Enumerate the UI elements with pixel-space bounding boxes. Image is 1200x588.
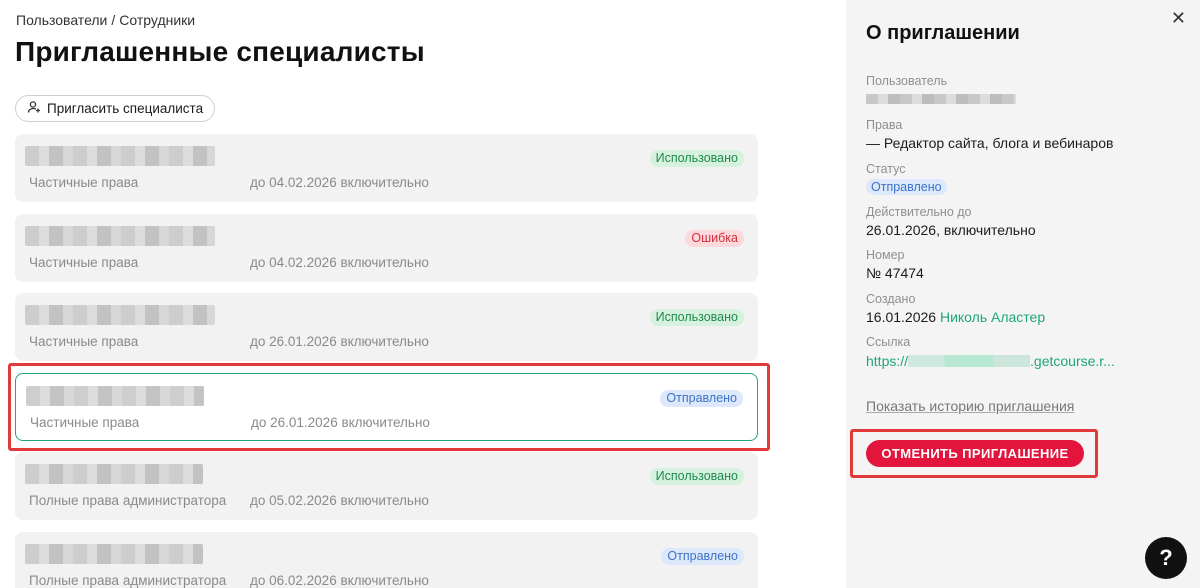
- show-history-link[interactable]: Показать историю приглашения: [866, 398, 1074, 414]
- help-button[interactable]: ?: [1145, 537, 1187, 579]
- invitation-row[interactable]: Частичные права до 04.02.2026 включитель…: [15, 213, 758, 282]
- rights-text: Частичные права: [29, 254, 139, 270]
- status-badge: Ошибка: [685, 229, 744, 247]
- cancel-invitation-button[interactable]: ОТМЕНИТЬ ПРИГЛАШЕНИЕ: [866, 440, 1084, 467]
- user-name-blurred: [25, 146, 215, 166]
- invitation-row[interactable]: Частичные права до 04.02.2026 включитель…: [15, 134, 758, 202]
- valid-until-text: до 06.02.2026 включительно: [250, 572, 429, 588]
- valid-until-text: до 04.02.2026 включительно: [250, 254, 429, 270]
- page-title: Приглашенные специалисты: [15, 36, 425, 67]
- link-prefix: https://: [866, 353, 909, 369]
- status-badge: Отправлено: [866, 179, 947, 195]
- status-badge: Использовано: [649, 309, 744, 326]
- created-by-link[interactable]: Николь Аластер: [940, 309, 1045, 325]
- invitation-row[interactable]: Частичные права до 26.01.2026 включитель…: [15, 293, 758, 361]
- user-name-blurred: [25, 305, 215, 325]
- valid-until-value: 26.01.2026, включительно: [866, 222, 1036, 238]
- rights-text: Полные права администратора: [29, 493, 227, 508]
- invitation-details-panel: ✕ О приглашении Пользователь Права — Ред…: [846, 0, 1200, 588]
- rights-text: Полные права администратора: [29, 572, 227, 588]
- user-name-blurred: [25, 225, 215, 246]
- panel-title: О приглашении: [866, 22, 1020, 44]
- user-label: Пользователь: [866, 74, 948, 88]
- rights-label: Права: [866, 118, 903, 132]
- link-label: Ссылка: [866, 335, 911, 349]
- breadcrumb: Пользователи / Сотрудники: [16, 12, 195, 28]
- page: Пользователи / Сотрудники Приглашенные спе…: [0, 0, 1200, 588]
- created-label: Создано: [866, 292, 916, 306]
- close-icon[interactable]: ✕: [1171, 8, 1186, 29]
- valid-until-text: до 26.01.2026 включительно: [250, 334, 429, 349]
- invitation-list: Частичные права до 04.02.2026 включитель…: [15, 134, 758, 588]
- valid-until-text: до 04.02.2026 включительно: [250, 175, 429, 190]
- invitation-row[interactable]: Полные права администратора до 05.02.202…: [15, 452, 758, 520]
- breadcrumb-separator: /: [111, 12, 116, 28]
- breadcrumb-employees[interactable]: Сотрудники: [119, 12, 195, 28]
- rights-value: — Редактор сайта, блога и вебинаров: [866, 135, 1114, 151]
- selected-row-highlight: [8, 363, 770, 451]
- user-name-blurred: [25, 543, 203, 564]
- user-value-blurred: [866, 94, 1016, 104]
- rights-text: Частичные права: [29, 175, 139, 190]
- status-badge: Использовано: [649, 468, 744, 485]
- rights-text: Частичные права: [29, 334, 139, 349]
- created-value: 16.01.2026 Николь Аластер: [866, 309, 1045, 325]
- number-label: Номер: [866, 248, 905, 262]
- invitation-row[interactable]: Полные права администратора до 06.02.202…: [15, 531, 758, 588]
- number-value: № 47474: [866, 265, 924, 281]
- user-name-blurred: [25, 464, 203, 484]
- breadcrumb-users[interactable]: Пользователи: [16, 12, 107, 28]
- status-label: Статус: [866, 162, 906, 176]
- invite-specialist-button[interactable]: Пригласить специалиста: [15, 95, 216, 122]
- valid-until-text: до 05.02.2026 включительно: [250, 493, 429, 508]
- invite-specialist-label: Пригласить специалиста: [47, 101, 204, 116]
- invitation-link[interactable]: https:// .getcourse.r...: [866, 353, 1115, 369]
- valid-until-label: Действительно до: [866, 205, 972, 219]
- link-blurred: [908, 355, 1031, 367]
- status-badge: Использовано: [649, 150, 744, 167]
- main-content: Пользователи / Сотрудники Приглашенные спе…: [0, 0, 846, 588]
- created-date: 16.01.2026: [866, 309, 937, 325]
- status-badge: Отправлено: [661, 547, 744, 565]
- add-user-icon: [27, 100, 41, 117]
- link-suffix: .getcourse.r...: [1030, 353, 1115, 369]
